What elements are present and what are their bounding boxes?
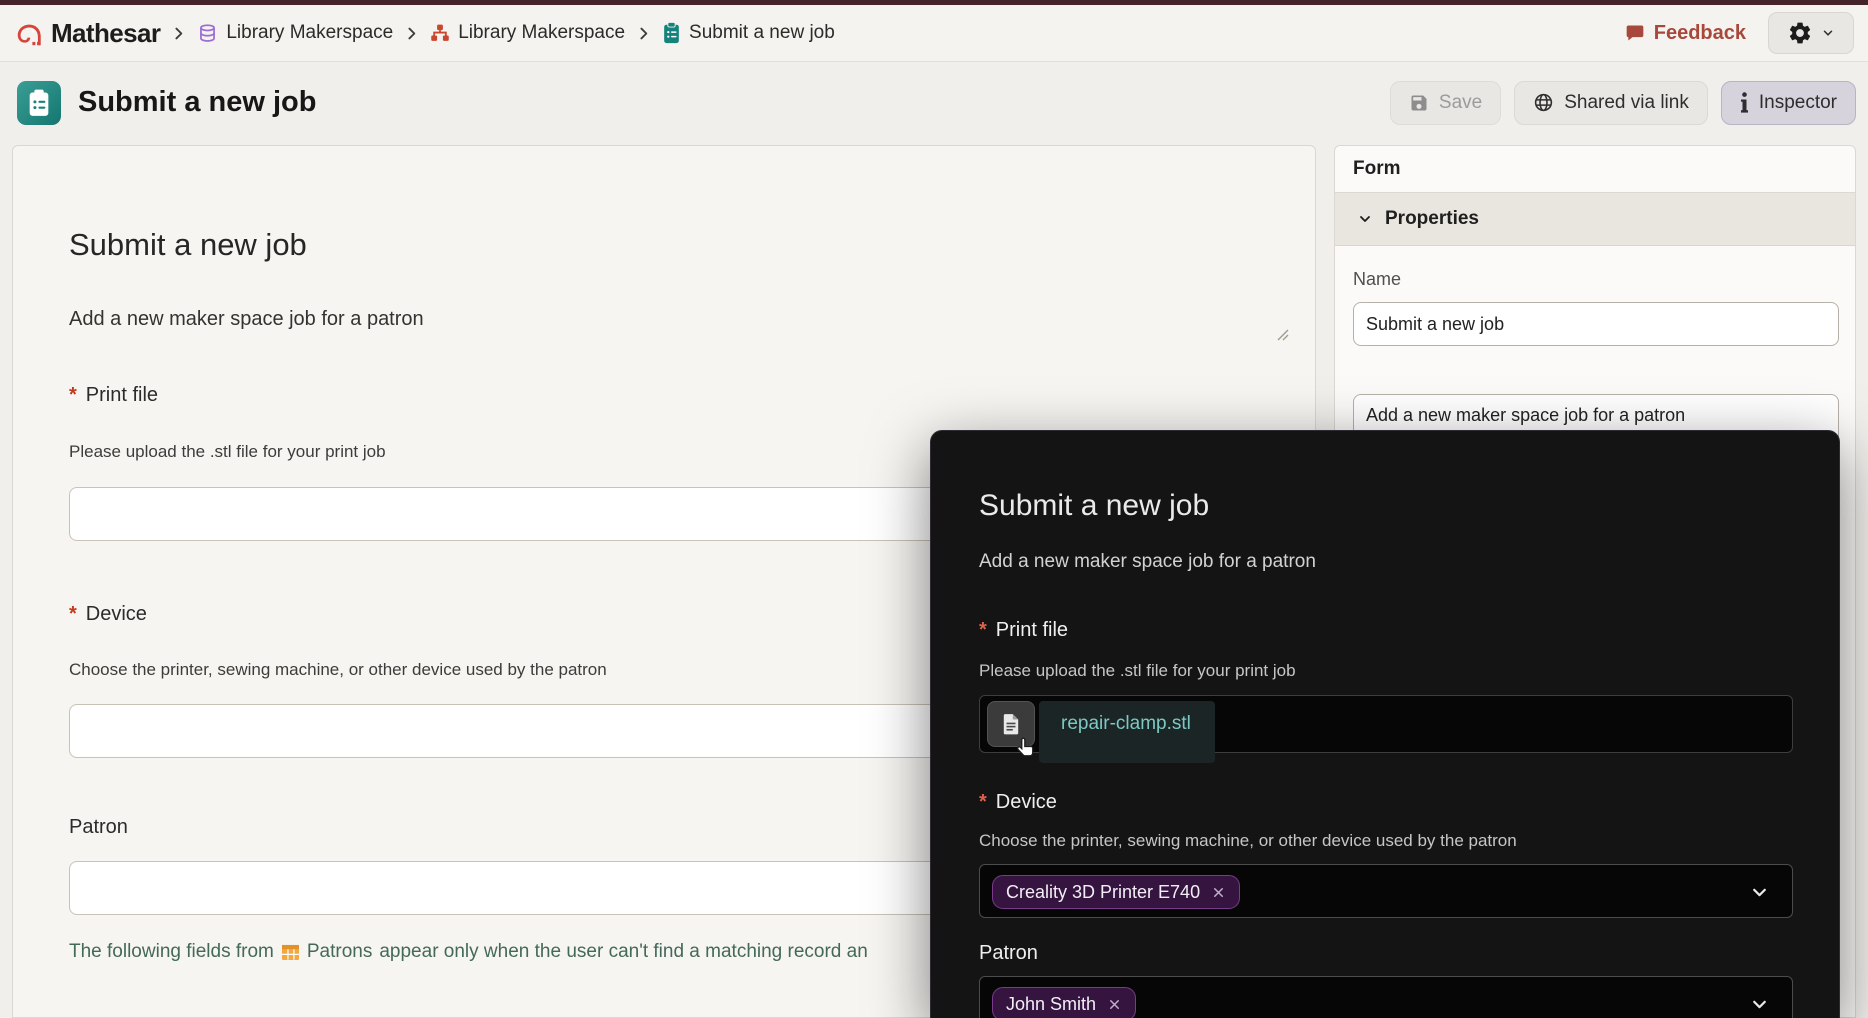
field-label-patron: Patron xyxy=(69,816,128,839)
modal-form-description: Add a new maker space job for a patron xyxy=(979,551,1316,573)
page-header: Submit a new job Save Shared via link xyxy=(0,62,1868,143)
settings-menu-button[interactable] xyxy=(1768,12,1854,54)
live-form-preview-modal: Submit a new job Add a new maker space j… xyxy=(930,430,1840,1018)
breadcrumb-label: Submit a new job xyxy=(689,22,835,44)
required-marker: * xyxy=(979,791,987,814)
mathesar-home-link[interactable]: Mathesar xyxy=(14,18,160,49)
patron-selected-chip: John Smith xyxy=(992,987,1136,1018)
chip-label: John Smith xyxy=(1006,994,1096,1015)
chip-label: Creality 3D Printer E740 xyxy=(1006,882,1200,903)
globe-icon xyxy=(1533,92,1554,113)
properties-section-label: Properties xyxy=(1385,208,1479,230)
required-marker: * xyxy=(69,603,77,626)
feedback-link[interactable]: Feedback xyxy=(1625,22,1746,45)
top-navigation-bar: Mathesar Library Makerspace xyxy=(0,5,1868,62)
brand-name: Mathesar xyxy=(51,18,160,49)
chevron-down-icon xyxy=(1749,994,1770,1015)
required-marker: * xyxy=(69,384,77,407)
chevron-down-icon xyxy=(1749,882,1770,903)
inspector-toggle-button[interactable]: Inspector xyxy=(1721,81,1856,125)
chevron-down-icon xyxy=(1357,211,1373,227)
chevron-right-icon xyxy=(635,25,652,42)
field-label-device: * Device xyxy=(69,603,147,626)
properties-section-header[interactable]: Properties xyxy=(1335,193,1855,246)
uploaded-file-link[interactable]: repair-clamp.stl xyxy=(1061,713,1191,735)
footnote-suffix: appear only when the user can't find a m… xyxy=(379,941,867,963)
chevron-right-icon xyxy=(403,25,420,42)
mathesar-logo-icon xyxy=(14,18,44,48)
modal-help-device: Choose the printer, sewing machine, or o… xyxy=(979,831,1517,851)
form-preview-title[interactable]: Submit a new job xyxy=(69,227,307,263)
info-icon xyxy=(1740,92,1749,114)
shared-via-link-label: Shared via link xyxy=(1564,92,1689,114)
breadcrumb-database[interactable]: Library Makerspace xyxy=(197,22,393,44)
conditional-fields-note: The following fields from Patrons appear… xyxy=(69,941,868,963)
field-label-print-file: * Print file xyxy=(69,384,158,407)
gear-icon xyxy=(1787,20,1813,46)
name-field-label: Name xyxy=(1353,269,1401,290)
footnote-prefix: The following fields from xyxy=(69,941,274,963)
schema-icon xyxy=(430,23,450,43)
feedback-label: Feedback xyxy=(1654,22,1746,45)
breadcrumb-label: Library Makerspace xyxy=(226,22,393,44)
modal-form-title: Submit a new job xyxy=(979,489,1209,523)
footnote-table-name: Patrons xyxy=(307,941,372,963)
chevron-right-icon xyxy=(170,25,187,42)
remove-selection-icon[interactable] xyxy=(1211,885,1226,900)
breadcrumb-label: Library Makerspace xyxy=(458,22,625,44)
modal-label-text: Patron xyxy=(979,942,1038,965)
field-label-text: Device xyxy=(86,603,147,626)
resize-grip-icon[interactable] xyxy=(1276,328,1289,341)
form-name-input[interactable] xyxy=(1353,302,1839,346)
modal-patron-select[interactable]: John Smith xyxy=(979,976,1793,1018)
breadcrumb-form[interactable]: Submit a new job xyxy=(662,22,835,44)
file-document-icon xyxy=(1002,713,1020,735)
modal-label-print-file: * Print file xyxy=(979,619,1068,642)
breadcrumb-schema[interactable]: Library Makerspace xyxy=(430,22,625,44)
modal-device-select[interactable]: Creality 3D Printer E740 xyxy=(979,864,1793,918)
device-selected-chip: Creality 3D Printer E740 xyxy=(992,875,1240,909)
database-icon xyxy=(197,23,218,44)
remove-selection-icon[interactable] xyxy=(1107,997,1122,1012)
field-label-text: Print file xyxy=(86,384,158,407)
field-help-print-file: Please upload the .stl file for your pri… xyxy=(69,442,386,462)
shared-via-link-button[interactable]: Shared via link xyxy=(1514,81,1708,125)
inspector-label: Inspector xyxy=(1759,92,1837,114)
form-page-icon xyxy=(17,81,61,125)
required-marker: * xyxy=(979,619,987,642)
modal-help-print-file: Please upload the .stl file for your pri… xyxy=(979,661,1296,681)
form-preview-description[interactable]: Add a new maker space job for a patron xyxy=(69,308,424,331)
save-icon xyxy=(1409,93,1429,113)
table-icon xyxy=(281,944,300,961)
form-icon xyxy=(662,22,681,44)
save-label: Save xyxy=(1439,92,1482,114)
modal-label-patron: Patron xyxy=(979,942,1038,965)
field-label-text: Patron xyxy=(69,816,128,839)
inspector-panel-title: Form xyxy=(1335,146,1855,193)
modal-label-device: * Device xyxy=(979,791,1057,814)
modal-label-text: Print file xyxy=(996,619,1068,642)
field-help-device: Choose the printer, sewing machine, or o… xyxy=(69,660,607,680)
chevron-down-icon xyxy=(1821,26,1835,40)
save-button[interactable]: Save xyxy=(1390,81,1501,125)
mouse-pointer-cursor xyxy=(1013,735,1039,761)
page-title: Submit a new job xyxy=(78,86,316,119)
feedback-bubble-icon xyxy=(1625,23,1645,43)
modal-label-text: Device xyxy=(996,791,1057,814)
